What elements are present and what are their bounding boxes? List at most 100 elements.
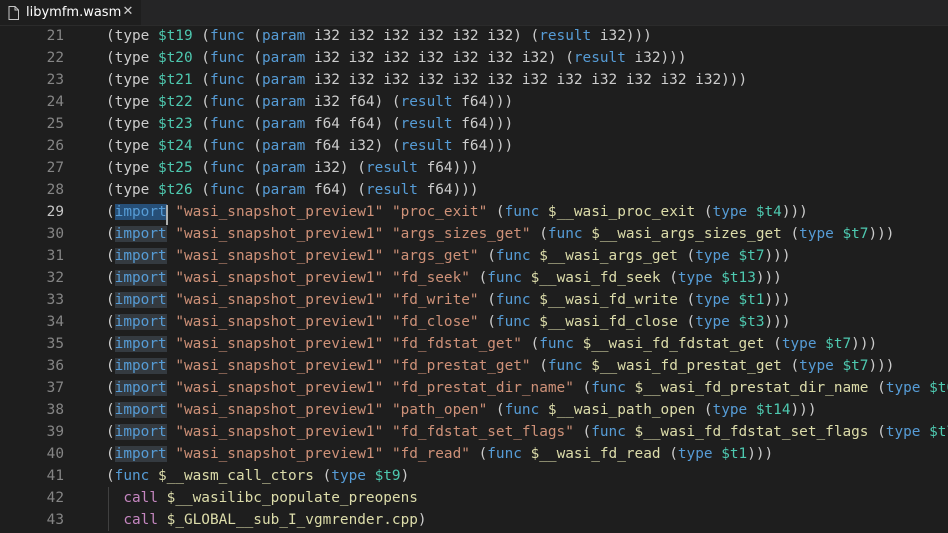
code-line[interactable]: 28 (type $t26 (func (param f64) (result f… — [0, 179, 948, 201]
tab-libymfm-wasm[interactable]: libymfm.wasm ✕ — [0, 0, 141, 25]
code-line[interactable]: 25 (type $t23 (func (param f64 f64) (resu… — [0, 113, 948, 135]
code-text: (import "wasi_snapshot_preview1" "fd_wri… — [106, 289, 791, 311]
code-text: (import "wasi_snapshot_preview1" "fd_pre… — [106, 355, 894, 377]
code-token: "wasi_snapshot_preview1" — [175, 380, 384, 396]
code-line[interactable]: 37 (import "wasi_snapshot_preview1" "fd_p… — [0, 377, 948, 399]
code-token: type — [799, 226, 834, 242]
code-token: result — [365, 160, 418, 176]
code-token: $t25 — [157, 160, 193, 176]
code-token: ( — [313, 468, 332, 484]
code-line[interactable]: 24 (type $t22 (func (param i32 f64) (resu… — [0, 91, 948, 113]
code-line[interactable]: 32 (import "wasi_snapshot_preview1" "fd_s… — [0, 267, 948, 289]
code-token: ( — [478, 248, 496, 264]
code-token: ( — [106, 424, 115, 440]
code-line[interactable]: 41 (func $__wasm_call_ctors (type $t9) — [0, 465, 948, 487]
code-token: ( — [530, 226, 548, 242]
line-number: 36 — [46, 358, 64, 374]
code-token: call — [123, 512, 158, 528]
code-token: ( — [106, 270, 115, 286]
code-token: ))) — [868, 226, 895, 242]
code-token: ( — [868, 380, 886, 396]
code-token: type — [677, 270, 713, 286]
line-number: 25 — [46, 116, 64, 132]
code-token: param — [261, 50, 306, 66]
code-token: (type — [106, 94, 158, 110]
code-token: func — [547, 226, 583, 242]
code-token: type — [677, 446, 713, 462]
code-line[interactable]: 31 (import "wasi_snapshot_preview1" "args… — [0, 245, 948, 267]
line-number: 21 — [46, 28, 64, 44]
code-token: ( — [192, 50, 210, 66]
code-line[interactable]: 26 (type $t24 (func (param f64 i32) (resu… — [0, 135, 948, 157]
code-line[interactable]: 35 (import "wasi_snapshot_preview1" "fd_f… — [0, 333, 948, 355]
code-text: (import "wasi_snapshot_preview1" "fd_clo… — [106, 311, 791, 333]
code-line[interactable]: 42 call $__wasilibc_populate_preopens — [0, 487, 948, 509]
code-token: ( — [695, 402, 713, 418]
code-token: $__wasi_fd_write — [539, 292, 678, 308]
code-line[interactable]: 33 (import "wasi_snapshot_preview1" "fd_w… — [0, 289, 948, 311]
code-token: type — [712, 402, 748, 418]
code-token: ( — [192, 94, 210, 110]
code-text: (type $t20 (func (param i32 i32 i32 i32 … — [106, 47, 687, 69]
code-line[interactable]: 36 (import "wasi_snapshot_preview1" "fd_p… — [0, 355, 948, 377]
code-token: f64))) — [452, 138, 514, 154]
code-line[interactable]: 23 (type $t21 (func (param i32 i32 i32 i3… — [0, 69, 948, 91]
code-token: param — [261, 94, 306, 110]
close-icon[interactable]: ✕ — [121, 5, 135, 19]
code-token: param — [261, 116, 306, 132]
code-token: i32))) — [625, 50, 687, 66]
code-line[interactable]: 40 (import "wasi_snapshot_preview1" "fd_r… — [0, 443, 948, 465]
code-token: "fd_prestat_dir_name" — [391, 380, 574, 396]
code-token: ( — [764, 336, 782, 352]
line-number: 35 — [46, 336, 64, 352]
code-token: func — [209, 182, 245, 198]
code-line[interactable]: 39 (import "wasi_snapshot_preview1" "fd_f… — [0, 421, 948, 443]
code-token: func — [114, 468, 150, 484]
code-token: ))) — [747, 446, 774, 462]
code-token: call — [123, 490, 158, 506]
code-line[interactable]: 22 (type $t20 (func (param i32 i32 i32 i3… — [0, 47, 948, 69]
code-editor[interactable]: 21 (type $t19 (func (param i32 i32 i32 i3… — [0, 25, 948, 533]
code-text: (type $t24 (func (param f64 i32) (result… — [106, 135, 513, 157]
code-token: func — [495, 314, 531, 330]
code-token: ( — [192, 72, 210, 88]
code-line[interactable]: 21 (type $t19 (func (param i32 i32 i32 i3… — [0, 25, 948, 47]
code-token: $t24 — [157, 138, 193, 154]
code-token: ( — [487, 402, 505, 418]
tab-bar: libymfm.wasm ✕ — [0, 0, 948, 26]
line-number: 38 — [46, 402, 64, 418]
code-line[interactable]: 38 (import "wasi_snapshot_preview1" "path… — [0, 399, 948, 421]
code-token: $__wasi_fd_close — [539, 314, 678, 330]
code-token: ( — [106, 402, 115, 418]
code-token: ( — [530, 358, 548, 374]
code-token: "fd_seek" — [391, 270, 470, 286]
code-token: "wasi_snapshot_preview1" — [175, 204, 384, 220]
code-token: f64) ( — [305, 182, 366, 198]
code-text: (func $__wasm_call_ctors (type $t9) — [106, 465, 409, 487]
code-token: (type — [106, 28, 158, 44]
code-token: $t4 — [755, 204, 782, 220]
code-token: (type — [106, 138, 158, 154]
code-token: ( — [244, 28, 262, 44]
code-token: ( — [106, 446, 115, 462]
code-line[interactable]: 43 call $_GLOBAL__sub_I_vgmrender.cpp) — [0, 509, 948, 531]
code-token: f64))) — [452, 94, 514, 110]
code-token: func — [591, 380, 626, 396]
code-token: f64 f64) ( — [305, 116, 401, 132]
code-line[interactable]: 29 (import "wasi_snapshot_preview1" "proc… — [0, 201, 948, 225]
code-line[interactable]: 30 (import "wasi_snapshot_preview1" "args… — [0, 223, 948, 245]
code-token: ( — [244, 160, 262, 176]
code-line[interactable]: 34 (import "wasi_snapshot_preview1" "fd_c… — [0, 311, 948, 333]
code-token: $t14 — [755, 402, 791, 418]
code-line[interactable]: 27 (type $t25 (func (param i32) (result f… — [0, 157, 948, 179]
code-token: param — [261, 28, 306, 44]
code-token: (type — [106, 72, 158, 88]
